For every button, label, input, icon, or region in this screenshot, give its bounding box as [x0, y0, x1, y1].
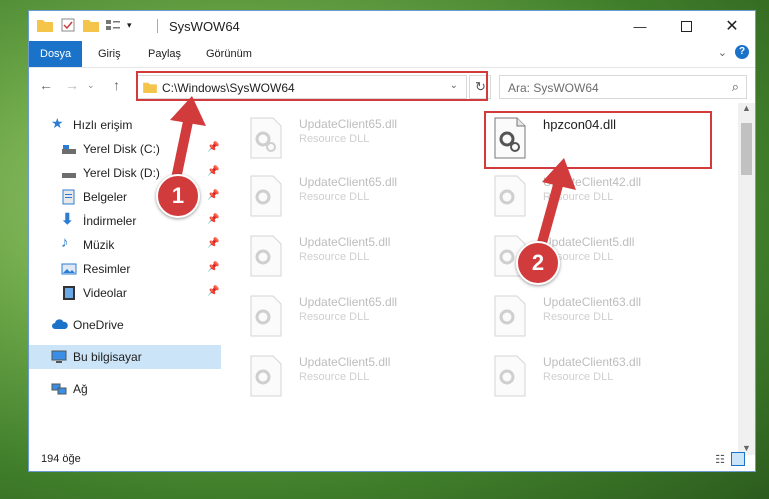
vertical-scrollbar[interactable]: ▲ ▼	[738, 103, 755, 455]
file-item[interactable]: UpdateClient63.dll Resource DLL	[485, 289, 705, 343]
dll-file-icon	[494, 295, 526, 337]
sidebar-item-label: İndirmeler	[83, 214, 137, 228]
file-type: Resource DLL	[299, 371, 370, 383]
dll-file-icon	[250, 175, 282, 217]
music-icon: ♪	[61, 234, 69, 251]
step-badge-2: 2	[516, 241, 560, 285]
file-type: Resource DLL	[543, 371, 614, 383]
maximize-button[interactable]	[663, 11, 709, 41]
cloud-icon	[51, 317, 68, 333]
file-name: UpdateClient65.dll	[299, 295, 398, 309]
dll-file-icon	[494, 355, 526, 397]
search-placeholder: Ara: SysWOW64	[508, 81, 599, 95]
help-icon[interactable]: ?	[735, 45, 749, 59]
scroll-up-chevron-icon[interactable]: ▲	[742, 103, 751, 113]
minimize-button[interactable]: —	[617, 11, 663, 41]
new-folder-icon[interactable]	[83, 18, 99, 32]
documents-icon	[61, 189, 77, 205]
sidebar-item-label: Yerel Disk (D:)	[83, 166, 160, 180]
tab-home[interactable]: Giriş	[87, 41, 132, 67]
drive-icon	[61, 141, 77, 157]
window-title: SysWOW64	[169, 19, 240, 34]
search-input[interactable]: Ara: SysWOW64 ⌕	[499, 75, 747, 99]
forward-arrow-icon[interactable]: →	[65, 77, 79, 93]
sidebar-item-label: Videolar	[83, 286, 127, 300]
properties-icon[interactable]	[61, 18, 75, 32]
sidebar-item-label: Yerel Disk (C:)	[83, 142, 160, 156]
dll-file-icon	[250, 295, 282, 337]
sidebar-item-label: OneDrive	[73, 318, 124, 332]
customize-toolbar-chevron-icon[interactable]: ▾	[127, 20, 132, 31]
tab-file[interactable]: Dosya	[29, 41, 83, 67]
quick-access-toolbar: ▾	[37, 18, 132, 32]
large-icons-view-icon[interactable]	[731, 452, 745, 466]
sidebar-item-music[interactable]: ♪ Müzik 📌	[29, 233, 221, 257]
file-item[interactable]: UpdateClient65.dll Resource DLL	[241, 289, 461, 343]
videos-icon	[61, 285, 77, 301]
file-item[interactable]: UpdateClient5.dll Resource DLL	[241, 349, 461, 403]
sidebar-item-onedrive[interactable]: OneDrive	[29, 313, 221, 337]
tab-view[interactable]: Görünüm	[195, 41, 263, 67]
file-type: Resource DLL	[299, 251, 370, 263]
sidebar-item-label: Ağ	[73, 382, 88, 396]
sidebar-item-network[interactable]: Ağ	[29, 377, 221, 401]
close-icon: ✕	[725, 18, 739, 35]
scrollbar-thumb[interactable]	[741, 123, 752, 175]
sidebar-item-pictures[interactable]: Resimler 📌	[29, 257, 221, 281]
dll-file-icon	[250, 117, 282, 159]
file-name: UpdateClient63.dll	[543, 295, 642, 309]
file-item[interactable]: UpdateClient5.dll Resource DLL	[241, 229, 461, 283]
download-icon: ⬇	[61, 211, 74, 228]
dll-file-icon	[250, 355, 282, 397]
ribbon: Dosya Giriş Paylaş Görünüm ⌄ ?	[29, 41, 755, 68]
file-name: UpdateClient65.dll	[299, 175, 398, 189]
sidebar-item-label: Hızlı erişim	[73, 118, 133, 132]
maximize-icon	[680, 20, 692, 32]
view-options-icon[interactable]	[105, 18, 121, 32]
sidebar-item-this-pc[interactable]: Bu bilgisayar	[29, 345, 221, 369]
file-item[interactable]: UpdateClient63.dll Resource DLL	[485, 349, 705, 403]
sidebar-item-label: Resimler	[83, 262, 131, 276]
pin-icon: 📌	[207, 214, 220, 225]
folder-icon[interactable]	[37, 18, 53, 32]
up-arrow-icon[interactable]: ↑	[113, 77, 120, 93]
file-type: Resource DLL	[299, 133, 370, 145]
item-count: 194 öğe	[41, 453, 81, 465]
step-badge-1: 1	[156, 174, 200, 218]
search-icon: ⌕	[731, 79, 739, 94]
pin-icon: 📌	[207, 286, 220, 297]
file-item[interactable]: UpdateClient65.dll Resource DLL	[241, 111, 461, 165]
sidebar-item-label: Belgeler	[83, 190, 128, 204]
recent-locations-chevron-icon[interactable]: ⌄	[87, 80, 95, 91]
computer-icon	[51, 349, 67, 365]
sidebar-item-label: Müzik	[83, 238, 115, 252]
ribbon-expand-chevron-icon[interactable]: ⌄	[718, 46, 727, 59]
network-icon	[51, 381, 67, 397]
back-arrow-icon[interactable]: ←	[39, 77, 53, 93]
file-name: UpdateClient5.dll	[299, 355, 391, 369]
divider	[157, 19, 158, 33]
title-bar: ▾ SysWOW64 — ✕	[29, 11, 755, 41]
file-type: Resource DLL	[543, 311, 614, 323]
pictures-icon	[61, 261, 77, 277]
tab-share[interactable]: Paylaş	[137, 41, 192, 67]
status-bar: 194 öğe ☷	[29, 449, 755, 471]
minimize-icon: —	[633, 18, 647, 34]
details-view-icon[interactable]: ☷	[715, 453, 725, 466]
file-item[interactable]: UpdateClient65.dll Resource DLL	[241, 169, 461, 223]
sidebar-item-videos[interactable]: Videolar 📌	[29, 281, 221, 305]
file-name: UpdateClient5.dll	[299, 235, 391, 249]
file-type: Resource DLL	[299, 311, 370, 323]
pin-icon: 📌	[207, 238, 220, 249]
star-icon: ★	[51, 115, 64, 131]
sidebar-item-label: Bu bilgisayar	[73, 350, 142, 364]
pin-icon: 📌	[207, 262, 220, 273]
drive-icon	[61, 165, 77, 181]
close-button[interactable]: ✕	[709, 11, 755, 41]
file-type: Resource DLL	[299, 191, 370, 203]
file-name: UpdateClient63.dll	[543, 355, 642, 369]
dll-file-icon	[250, 235, 282, 277]
file-name: UpdateClient65.dll	[299, 117, 398, 131]
